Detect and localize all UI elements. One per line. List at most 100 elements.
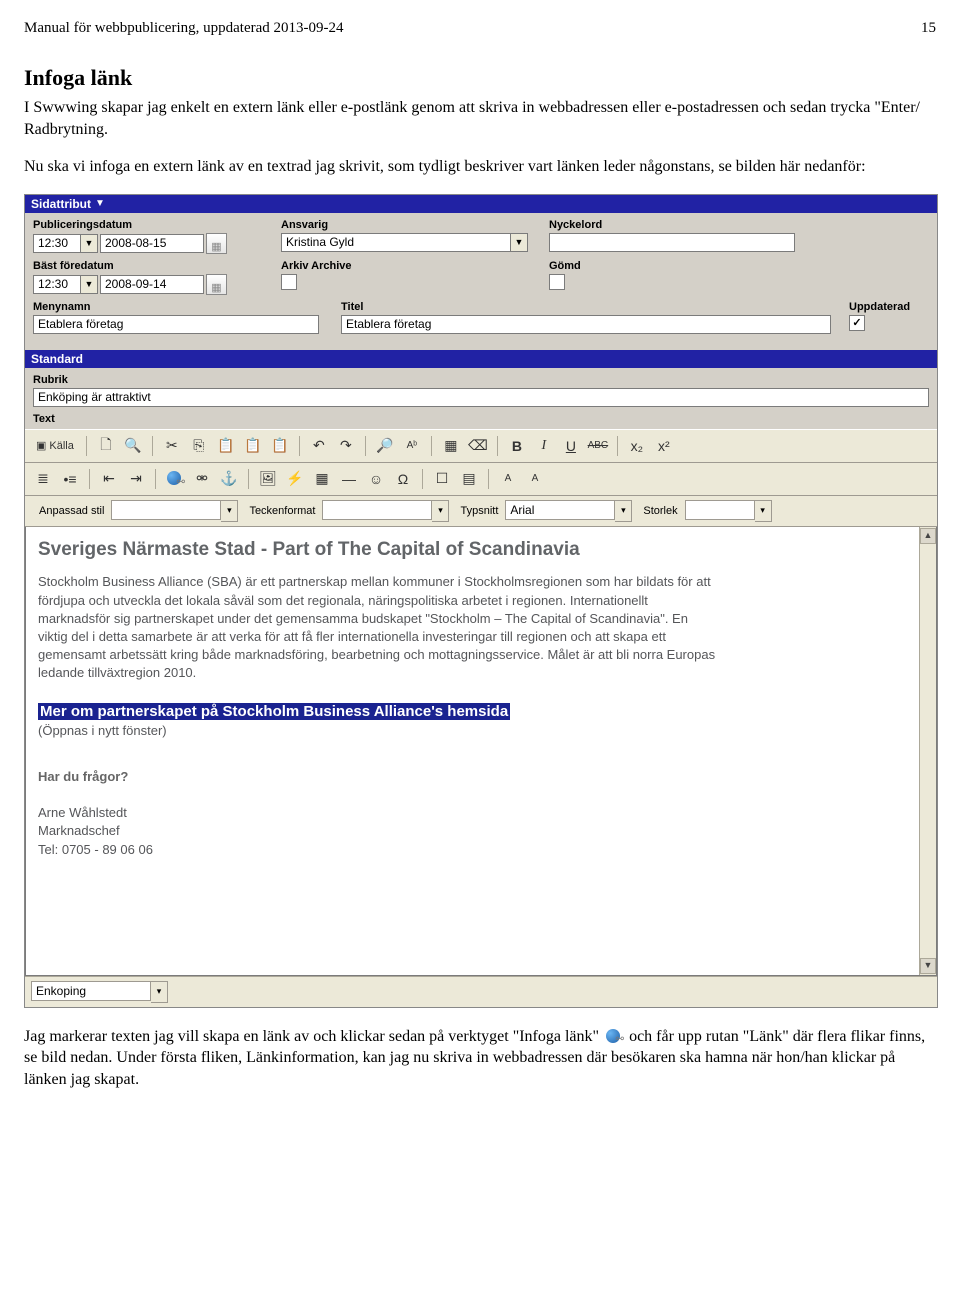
cut-icon[interactable]: ✂ [160,434,184,458]
anchor-icon[interactable]: ⚓ [217,467,241,491]
intro-para-2: Nu ska vi infoga en extern länk av en te… [24,156,936,178]
superscript-icon[interactable]: x² [652,434,676,458]
pubdate-time-select[interactable]: 12:30 ▼ [33,234,98,253]
strike-icon[interactable]: ABC [586,434,610,458]
custom-style-label: Anpassad stil [39,505,104,517]
undo-icon[interactable]: ↶ [307,434,331,458]
chevron-down-icon: ▾ [221,500,238,522]
nyckel-label: Nyckelord [549,219,799,231]
replace-icon[interactable]: Aᵇ [400,434,424,458]
template-icon[interactable]: ▤ [457,467,481,491]
calendar-icon[interactable]: ▦ [206,233,227,254]
chevron-down-icon: ▾ [615,500,632,522]
bold-icon[interactable]: B [505,434,529,458]
font-select[interactable]: Arial [505,500,615,520]
underline-icon[interactable]: U [559,434,583,458]
ansvarig-label: Ansvarig [281,219,531,231]
copy-icon[interactable]: ⎘ [187,434,211,458]
paste-text-icon[interactable]: 📋 [241,434,265,458]
arkiv-label: Arkiv Archive [281,260,531,272]
special-char-icon[interactable]: Ω [391,467,415,491]
flash-icon[interactable]: ⚡ [283,467,307,491]
bastfore-time-select[interactable]: 12:30 ▼ [33,275,98,294]
ansvarig-select[interactable]: Kristina Gyld ▼ [281,233,531,252]
numbered-list-icon[interactable]: ≣ [31,467,55,491]
bastfore-time-value: 12:30 [33,275,81,294]
nyckel-field[interactable] [549,233,795,252]
custom-style-select[interactable] [111,500,221,520]
bg-color-icon[interactable]: A [523,467,547,491]
scroll-up-icon[interactable]: ▲ [920,528,936,544]
table-icon[interactable]: ▦ [310,467,334,491]
image-icon[interactable]: 🖼 [256,467,280,491]
paste-icon[interactable]: 📋 [214,434,238,458]
uppdaterad-label: Uppdaterad [849,301,910,313]
paste-word-icon[interactable]: 📋 [268,434,292,458]
calendar-icon[interactable]: ▦ [206,274,227,295]
smiley-icon[interactable]: ☺ [364,467,388,491]
contact-role: Marknadschef [38,822,904,840]
meny-field[interactable]: Etablera företag [33,315,319,334]
chevron-down-icon: ▼ [81,234,98,253]
outro-para: Jag markerar texten jag vill skapa en lä… [24,1026,936,1091]
cms-window: Sidattribut ▼ Publiceringsdatum 12:30 ▼ … [24,194,938,1008]
separator [422,469,423,489]
separator [617,436,618,456]
preview-icon[interactable]: 🔍 [121,434,145,458]
editor-paragraph: Stockholm Business Alliance (SBA) är ett… [38,573,718,682]
panel-standard-header[interactable]: Standard [25,350,937,368]
charfmt-select[interactable] [322,500,432,520]
pubdate-label: Publiceringsdatum [33,219,263,231]
source-button[interactable]: ▣Källa [31,434,79,458]
editor-toolbar-1: ▣Källa 🗋 🔍 ✂ ⎘ 📋 📋 📋 ↶ ↷ 🔎 Aᵇ ▦ ⌫ B I U … [25,429,937,463]
select-all-icon[interactable]: ▦ [439,434,463,458]
pubdate-date-field[interactable]: 2008-08-15 [100,234,204,253]
tag-select[interactable]: Enkoping [31,981,151,1001]
text-color-icon[interactable]: A [496,467,520,491]
uppdaterad-checkbox[interactable]: ✓ [849,315,865,331]
bastfore-date-field[interactable]: 2008-09-14 [100,275,204,294]
panel-sidattribut-header[interactable]: Sidattribut ▼ [25,195,937,213]
ansvarig-value: Kristina Gyld [281,233,511,252]
editor-heading: Sveriges Närmaste Stad - Part of The Cap… [38,537,904,564]
outdent-icon[interactable]: ⇤ [97,467,121,491]
titel-field[interactable]: Etablera företag [341,315,831,334]
gomd-label: Gömd [549,260,799,272]
redo-icon[interactable]: ↷ [334,434,358,458]
italic-icon[interactable]: I [532,434,556,458]
arkiv-checkbox[interactable] [281,274,297,290]
doc-header-left: Manual för webbpublicering, uppdaterad 2… [24,20,344,37]
gomd-checkbox[interactable] [549,274,565,290]
remove-format-icon[interactable]: ⌫ [466,434,490,458]
separator [155,469,156,489]
intro-para-1: I Swwwing skapar jag enkelt en extern lä… [24,97,936,140]
rubrik-field[interactable]: Enköping är attraktivt [33,388,929,407]
find-icon[interactable]: 🔎 [373,434,397,458]
bullet-list-icon[interactable]: •≡ [58,467,82,491]
unlink-icon[interactable]: ⚮ [190,467,214,491]
separator [497,436,498,456]
hr-icon[interactable]: — [337,467,361,491]
editor-content-area[interactable]: ▲ ▼ Sveriges Närmaste Stad - Part of The… [25,527,937,976]
form-icon[interactable]: ☐ [430,467,454,491]
editor-question: Har du frågor? [38,768,904,786]
scrollbar[interactable]: ▲ ▼ [919,527,936,975]
separator [86,436,87,456]
indent-icon[interactable]: ⇥ [124,467,148,491]
chevron-down-icon: ▼ [95,198,105,209]
page-number: 15 [921,20,936,37]
new-doc-icon[interactable]: 🗋 [94,434,118,458]
editor-toolbar-3: Anpassad stil ▾ Teckenformat ▾ Typsnitt … [25,496,937,527]
doc-header: Manual för webbpublicering, uppdaterad 2… [24,20,936,37]
size-select[interactable] [685,500,755,520]
editor-note: (Öppnas i nytt fönster) [38,723,167,738]
chevron-down-icon: ▼ [511,233,528,252]
scroll-down-icon[interactable]: ▼ [920,958,936,974]
chevron-down-icon: ▾ [432,500,449,522]
separator [299,436,300,456]
subscript-icon[interactable]: x₂ [625,434,649,458]
link-icon[interactable]: ⚯ [163,467,187,491]
font-label: Typsnitt [460,505,498,517]
separator [89,469,90,489]
text-label: Text [33,413,55,425]
